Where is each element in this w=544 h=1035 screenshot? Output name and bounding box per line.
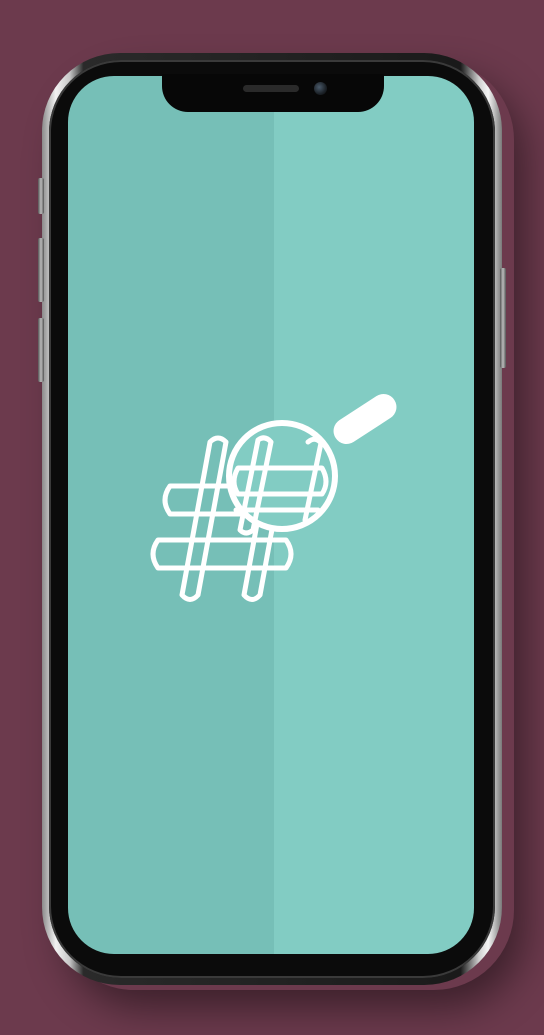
notch <box>162 74 384 112</box>
earpiece-speaker <box>243 85 299 92</box>
volume-up-button <box>38 238 44 302</box>
hashtag-search-icon <box>150 394 397 602</box>
mute-switch <box>38 178 44 214</box>
volume-down-button <box>38 318 44 382</box>
magnifier <box>226 394 397 536</box>
front-camera <box>314 82 327 95</box>
power-button <box>500 268 506 368</box>
